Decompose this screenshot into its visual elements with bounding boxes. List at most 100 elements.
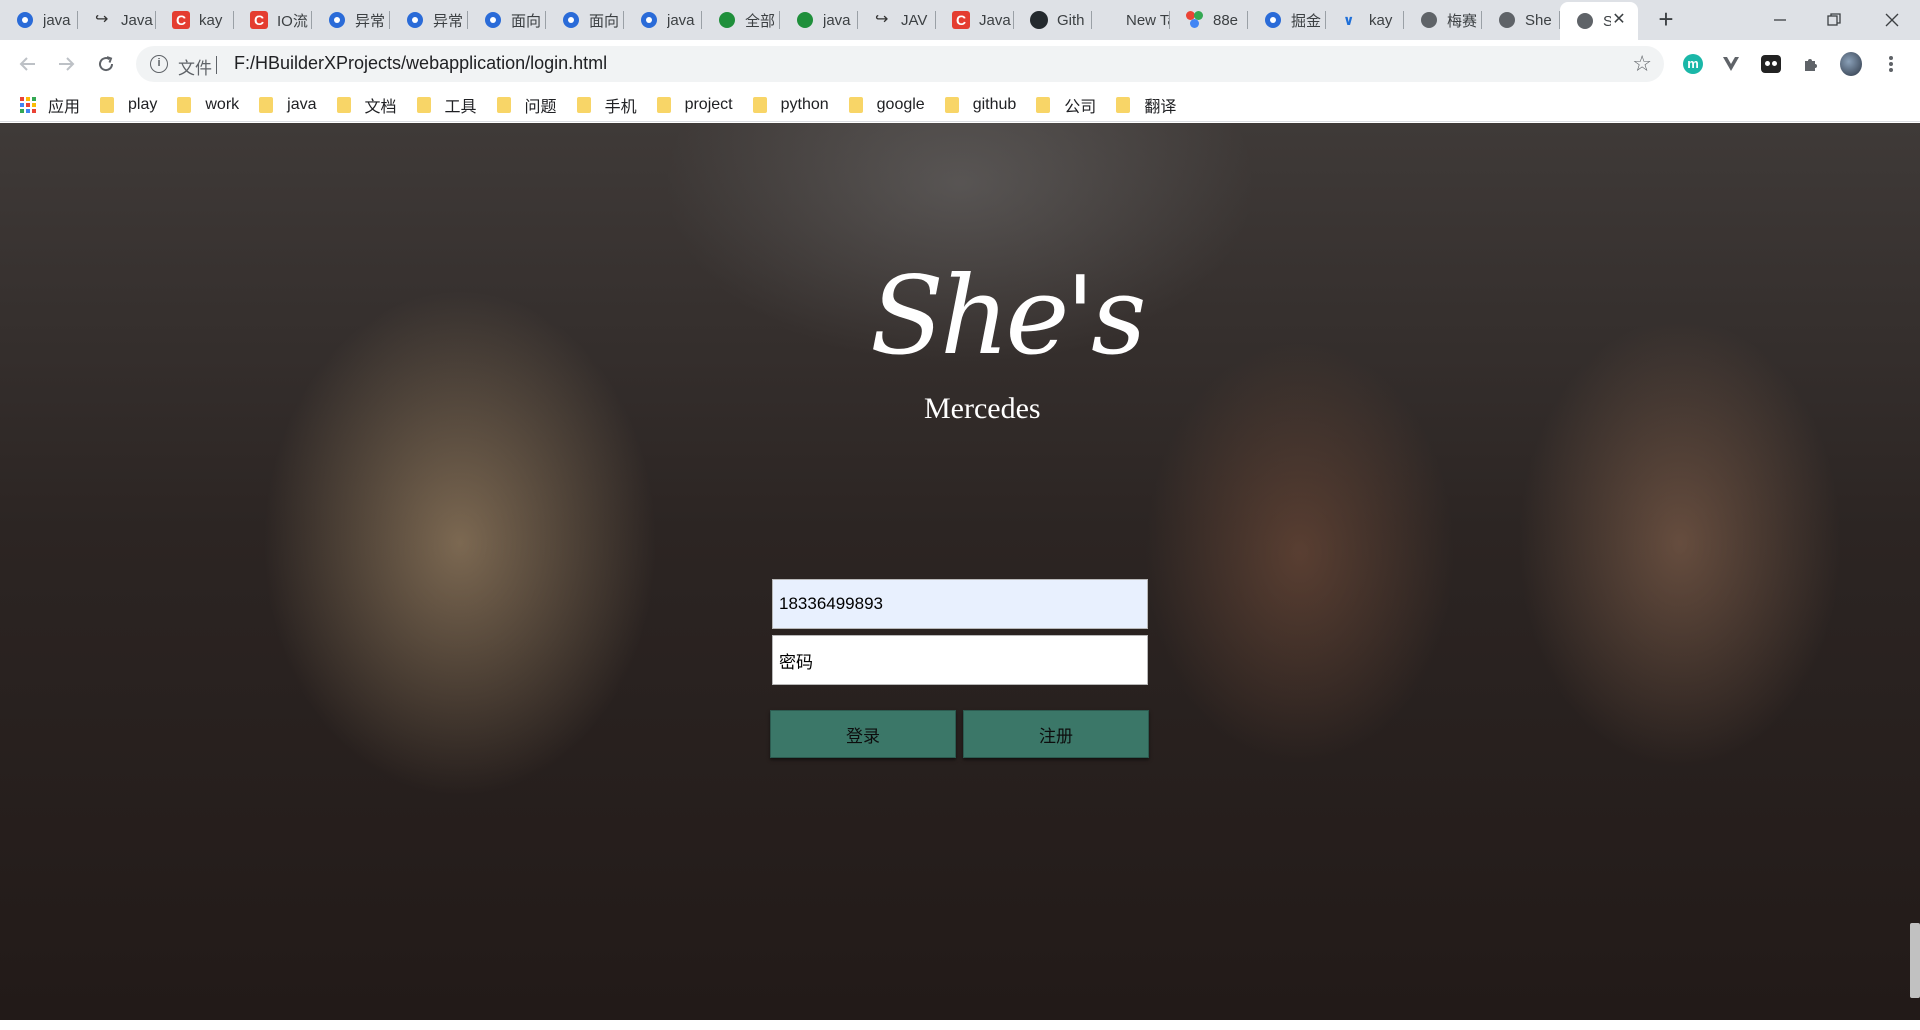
extension-v-button[interactable] [1720,53,1742,75]
tab[interactable]: 面向 [546,0,624,40]
bookmark-label: java [287,95,317,113]
tab-title: java [667,11,695,29]
tab[interactable]: C Java [936,0,1014,40]
tab[interactable]: 88e [1170,0,1248,40]
tab[interactable]: java [0,0,78,40]
bookmark-folder[interactable]: 问题 [496,91,557,119]
bookmark-label: python [780,95,829,113]
new-tab-button[interactable]: + [1652,6,1680,34]
extension-tampermonkey-button[interactable] [1760,53,1782,75]
forward-button[interactable] [54,52,78,76]
bookmark-label: github [972,95,1017,113]
tab[interactable]: New Ta [1092,0,1170,40]
bookmark-folder[interactable]: play [100,91,157,119]
tab[interactable]: 掘金 [1248,0,1326,40]
username-value: 18336499893 [779,594,884,613]
page-scrollbar-thumb[interactable] [1910,923,1920,998]
browser-toolbar: i 文件 F:/HBuilderXProjects/webapplication… [0,40,1920,88]
apps-grid-icon [20,96,36,113]
folder-icon [1116,96,1131,113]
m-extension-icon: m [1683,54,1703,74]
url-text[interactable]: F:/HBuilderXProjects/webapplication/logi… [234,53,607,74]
tab-title: 异常 [355,12,386,30]
tab[interactable]: 梅赛 [1404,0,1482,40]
restore-button[interactable] [1806,0,1862,40]
folder-icon [416,96,431,113]
extensions-button[interactable] [1800,53,1822,75]
bookmark-folder[interactable]: work [177,91,239,119]
shes-mercedes-logo: She's Mercedes [860,252,1147,430]
tab[interactable]: She [1482,0,1560,40]
info-icon[interactable]: i [150,55,168,73]
bookmark-label: work [205,95,240,113]
tab[interactable]: java [624,0,702,40]
forward-arrow-icon [59,57,75,71]
bookmark-folder[interactable]: 工具 [416,91,477,119]
reload-icon [99,56,114,72]
bookmark-label: google [876,95,925,113]
bookmark-folder[interactable]: project [656,91,733,119]
profile-button[interactable] [1840,52,1862,76]
login-button[interactable]: 登录 [770,710,956,758]
blank-icon [1108,11,1126,29]
username-input[interactable]: 18336499893 [772,579,1148,629]
folder-icon [752,96,767,113]
tab[interactable]: ↪ Java [78,0,156,40]
bookmark-folder[interactable]: 翻译 [1116,91,1176,119]
bookmark-folder[interactable]: 文档 [336,91,397,119]
bookmark-star-icon[interactable]: ☆ [1632,52,1652,76]
globe-icon [1576,12,1594,30]
bookmark-apps[interactable]: 应用 [20,91,80,119]
baidu-paw-icon [562,11,580,29]
bookmark-label: 应用 [48,98,81,116]
minimize-button[interactable] [1752,0,1808,40]
menu-button[interactable] [1880,53,1902,75]
back-arrow-icon [19,57,35,71]
github-icon [1030,11,1048,29]
close-window-button[interactable] [1864,0,1920,40]
fish-icon: ↪ [95,11,109,28]
tab[interactable]: ∨ kay [1326,0,1404,40]
bookmark-label: project [684,95,733,113]
close-tab-icon[interactable]: ✕ [1610,11,1628,29]
tab[interactable]: 异常 [390,0,468,40]
bookmark-folder[interactable]: github [944,91,1017,119]
address-bar[interactable]: i 文件 F:/HBuilderXProjects/webapplication… [136,46,1664,82]
tab[interactable]: Gith [1014,0,1092,40]
password-input[interactable]: 密码 [772,635,1148,685]
bookmark-folder[interactable]: java [259,91,317,119]
extension-m-button[interactable]: m [1682,53,1704,75]
bookmark-folder[interactable]: python [752,91,829,119]
bookmark-folder[interactable]: 手机 [576,91,637,119]
folder-icon [100,96,115,113]
tab[interactable]: java [780,0,858,40]
bookmark-folder[interactable]: 公司 [1036,91,1096,119]
baidu-paw-icon [1264,11,1282,29]
tab[interactable]: 异常 [312,0,390,40]
tab[interactable]: ↪ JAV [858,0,936,40]
back-button[interactable] [16,52,40,76]
kebab-menu-icon [1889,56,1893,72]
register-button[interactable]: 注册 [963,710,1149,758]
green-c-icon [718,11,736,29]
reload-button[interactable] [94,52,118,76]
folder-icon [944,96,959,113]
tab[interactable]: 全部 [702,0,780,40]
tab-title: 88e [1213,11,1239,29]
tab[interactable]: 面向 [468,0,546,40]
tab-title: kay [1369,11,1393,29]
bookmark-label: 工具 [444,98,477,116]
bookmark-label: 问题 [524,98,557,116]
folder-icon [496,96,511,113]
tab[interactable]: C IO流 [234,0,312,40]
csdn-icon: C [250,11,268,29]
tampermonkey-icon [1761,55,1781,73]
folder-icon [336,96,351,113]
blue-v-icon: ∨ [1343,12,1355,28]
bookmark-folder[interactable]: google [848,91,925,119]
baidu-paw-icon [16,11,34,29]
tab-active[interactable]: S ✕ [1560,2,1638,40]
tab[interactable]: Ckay [156,0,234,40]
baidu-paw-icon [640,11,658,29]
tab-title: New Ta [1126,11,1170,29]
